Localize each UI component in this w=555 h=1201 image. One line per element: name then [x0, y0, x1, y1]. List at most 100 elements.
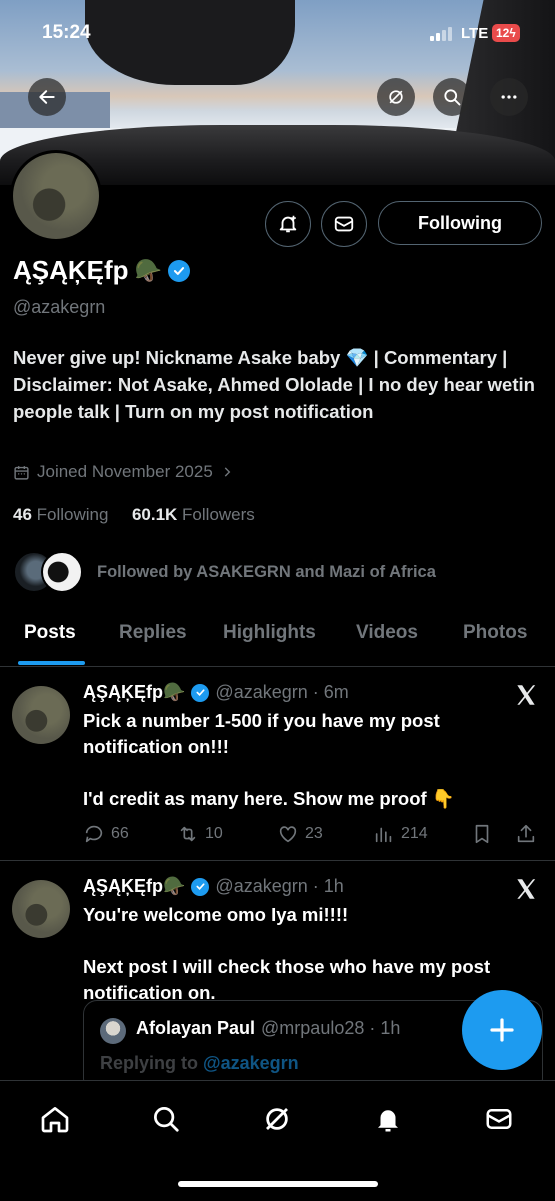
repost-count: 10 — [205, 825, 223, 842]
like-count: 23 — [305, 825, 323, 842]
avatar-image — [13, 153, 99, 239]
nav-home[interactable] — [37, 1101, 73, 1137]
profile-tabs: Posts Replies Highlights Videos Photos — [0, 612, 555, 667]
compose-button[interactable] — [462, 990, 542, 1070]
follower-avatar — [41, 551, 83, 593]
bookmark-icon — [475, 824, 489, 844]
charging-icon: ϟ — [509, 26, 516, 40]
display-name: ĄŞĄĶĘfp 🪖 — [13, 255, 190, 286]
post-actions: 66 10 23 214 — [83, 823, 543, 849]
tab-photos[interactable]: Photos — [463, 622, 527, 644]
post-header: ĄŞĄĶĘfp🪖 @azakegrn · 6m — [83, 682, 349, 703]
active-tab-indicator — [18, 661, 85, 665]
signal-icon — [430, 27, 452, 41]
followed-by[interactable]: Followed by ASAKEGRN and Mazi of Africa — [13, 550, 543, 594]
nav-grok[interactable] — [259, 1101, 295, 1137]
repost-button[interactable]: 10 — [177, 823, 223, 845]
envelope-icon — [334, 216, 354, 232]
nav-notifications[interactable] — [370, 1101, 406, 1137]
quoted-header: Afolayan Paul @mrpaulo28 · 1h — [136, 1018, 400, 1039]
tab-posts[interactable]: Posts — [24, 622, 76, 644]
plus-icon — [490, 1018, 514, 1042]
quoted-replying-to: Replying to @azakegrn — [100, 1053, 299, 1074]
share-icon — [517, 824, 535, 843]
following-link[interactable]: 46 Following — [13, 505, 108, 524]
battery-indicator: 12ϟ — [492, 24, 520, 42]
tab-highlights[interactable]: Highlights — [223, 622, 316, 644]
joined-date[interactable]: Joined November 2025 — [13, 462, 234, 482]
reply-icon — [85, 825, 103, 843]
views-button[interactable]: 214 — [373, 823, 428, 845]
reply-count: 66 — [111, 825, 129, 842]
share-button[interactable] — [515, 823, 537, 845]
quoted-handle-time: @mrpaulo28 · 1h — [261, 1018, 401, 1038]
post-author-name[interactable]: ĄŞĄĶĘfp🪖 — [83, 682, 185, 703]
search-button[interactable] — [433, 78, 471, 116]
more-icon — [501, 95, 517, 99]
back-button[interactable] — [28, 78, 66, 116]
views-count: 214 — [401, 825, 428, 842]
home-icon — [41, 1107, 69, 1133]
reply-button[interactable]: 66 — [83, 823, 129, 845]
followers-label: Followers — [182, 505, 255, 524]
tab-replies[interactable]: Replies — [119, 622, 187, 644]
display-name-text: ĄŞĄĶĘfp — [13, 255, 129, 285]
replying-to-handle[interactable]: @azakegrn — [203, 1053, 299, 1073]
followers-count: 60.1K — [131, 505, 178, 524]
heart-icon — [279, 826, 297, 843]
bell-plus-icon — [279, 215, 297, 233]
verified-badge-icon — [191, 683, 210, 702]
bell-icon — [378, 1110, 398, 1132]
verified-badge-icon[interactable] — [167, 259, 190, 282]
envelope-icon — [486, 1109, 512, 1129]
back-arrow-icon — [39, 90, 55, 104]
post-divider — [0, 860, 555, 861]
post-header: ĄŞĄĶĘfp🪖 @azakegrn · 1h — [83, 876, 344, 897]
joined-text: Joined November 2025 — [37, 462, 213, 481]
post-text: You're welcome omo Iya mi!!!! Next post … — [83, 904, 491, 1003]
quoted-author-name: Afolayan Paul — [136, 1018, 256, 1038]
status-bar: 15:24 LTE 12ϟ — [0, 18, 555, 52]
search-icon — [154, 1107, 179, 1132]
grok-icon — [266, 1108, 288, 1130]
profile-bio: Never give up! Nickname Asake baby 💎 | C… — [13, 347, 535, 422]
calendar-icon — [14, 465, 29, 480]
quoted-avatar — [100, 1018, 126, 1044]
grok-icon — [389, 90, 403, 104]
message-button[interactable] — [321, 201, 367, 247]
notifications-button[interactable] — [265, 201, 311, 247]
following-label: Following — [36, 505, 109, 524]
bookmark-button[interactable] — [471, 823, 493, 845]
profile-avatar[interactable] — [10, 150, 102, 242]
views-icon — [375, 827, 392, 843]
post[interactable]: ĄŞĄĶĘfp🪖 @azakegrn · 6m Pick a number 1-… — [0, 676, 555, 859]
post-author-name[interactable]: ĄŞĄĶĘfp🪖 — [83, 876, 185, 897]
status-time: 15:24 — [42, 22, 91, 43]
tab-videos[interactable]: Videos — [356, 622, 418, 644]
network-label: LTE — [461, 25, 489, 42]
search-icon — [444, 89, 461, 106]
replying-to-label: Replying to — [100, 1053, 198, 1073]
verified-badge-icon — [191, 877, 210, 896]
like-button[interactable]: 23 — [277, 823, 323, 845]
nav-messages[interactable] — [481, 1101, 517, 1137]
followed-by-text: Followed by ASAKEGRN and Mazi of Africa — [97, 562, 436, 581]
post-avatar[interactable] — [12, 686, 70, 744]
following-count: 46 — [13, 505, 32, 524]
profile-handle: @azakegrn — [13, 297, 106, 317]
more-button[interactable] — [490, 78, 528, 116]
post-avatar[interactable] — [12, 880, 70, 938]
grok-button[interactable] — [377, 78, 415, 116]
follow-counts: 46 Following 60.1K Followers — [13, 505, 255, 525]
post-handle-time: @azakegrn · 6m — [215, 682, 349, 702]
helmet-emoji: 🪖 — [134, 257, 162, 283]
nav-search[interactable] — [148, 1101, 184, 1137]
followers-link[interactable]: 60.1K Followers — [132, 505, 255, 524]
home-indicator[interactable] — [178, 1181, 378, 1187]
following-button[interactable]: Following — [378, 201, 542, 245]
repost-icon — [180, 826, 196, 842]
battery-level: 12 — [496, 26, 510, 40]
chevron-right-icon — [224, 467, 231, 477]
post-text: Pick a number 1-500 if you have my post … — [83, 710, 455, 809]
post-handle-time: @azakegrn · 1h — [215, 876, 344, 896]
